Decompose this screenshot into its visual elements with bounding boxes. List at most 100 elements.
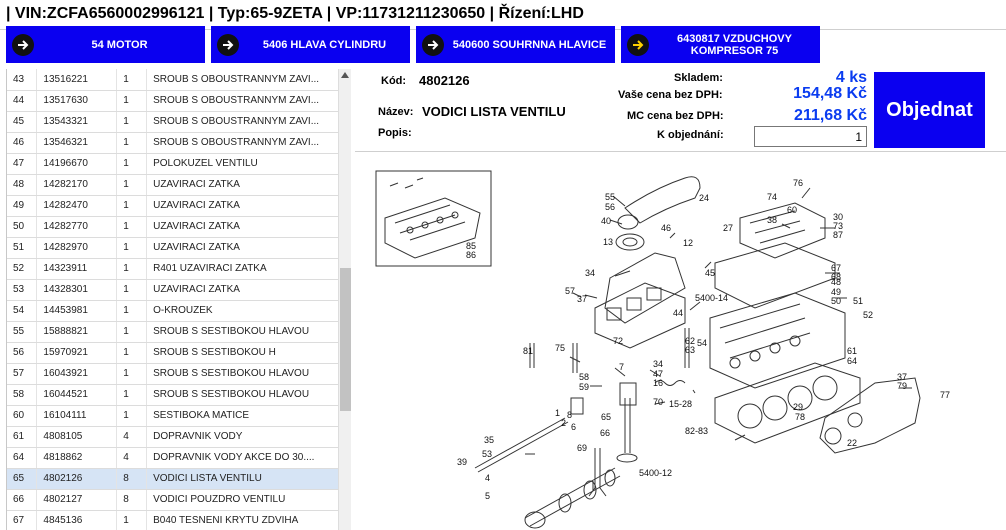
part-position: 67 xyxy=(7,510,38,530)
callout-label: 82-83 xyxy=(685,426,708,436)
part-quantity: 1 xyxy=(116,216,148,238)
part-quantity: 8 xyxy=(116,489,148,511)
callout-label: 79 xyxy=(897,381,907,391)
table-row[interactable]: 49 14282470 1 UZAVIRACI ZATKA xyxy=(7,195,339,217)
part-position: 55 xyxy=(7,321,38,343)
part-position: 57 xyxy=(7,363,38,385)
table-row[interactable]: 57 16043921 1 SROUB S SESTIBOKOU HLAVOU xyxy=(7,363,339,385)
part-description: B040 TESNENI KRYTU ZDVIHA xyxy=(146,510,339,530)
part-code: 13546321 xyxy=(36,132,118,154)
part-position: 61 xyxy=(7,426,38,448)
callout-label: 72 xyxy=(613,336,623,346)
callout-label: 34 xyxy=(585,268,595,278)
callout-label: 52 xyxy=(863,310,873,320)
part-code: 4802127 xyxy=(36,489,118,511)
callout-label: 75 xyxy=(555,343,565,353)
breadcrumb-item-hlava[interactable]: 5406 HLAVA CYLINDRU xyxy=(211,26,410,63)
part-description: O-KROUZEK xyxy=(146,300,339,322)
table-row[interactable]: 46 13546321 1 SROUB S OBOUSTRANNYM ZAVI... xyxy=(7,132,339,154)
order-button[interactable]: Objednat xyxy=(874,72,985,148)
callout-label: 5 xyxy=(485,491,490,501)
scroll-thumb[interactable] xyxy=(340,268,351,411)
part-position: 46 xyxy=(7,132,38,154)
part-description: VODICI POUZDRO VENTILU xyxy=(146,489,339,511)
table-row[interactable]: 58 16044521 1 SROUB S SESTIBOKOU HLAVOU xyxy=(7,384,339,406)
callout-label: 54 xyxy=(697,338,707,348)
table-row[interactable]: 50 14282770 1 UZAVIRACI ZATKA xyxy=(7,216,339,238)
callout-label: 39 xyxy=(457,457,467,467)
cena-label: Vaše cena bez DPH: xyxy=(618,89,723,101)
callout-label: 60 xyxy=(787,205,797,215)
callout-label: 2 xyxy=(561,418,566,428)
callout-label: 35 xyxy=(484,435,494,445)
part-code: 14453981 xyxy=(36,300,118,322)
callout-label: 57 xyxy=(565,286,575,296)
part-description: VODICI LISTA VENTILU xyxy=(146,468,339,490)
callout-label: 24 xyxy=(699,193,709,203)
part-quantity: 1 xyxy=(116,279,148,301)
part-quantity: 1 xyxy=(116,300,148,322)
table-row[interactable]: 64 4818862 4 DOPRAVNIK VODY AKCE DO 30.... xyxy=(7,447,339,469)
part-position: 64 xyxy=(7,447,38,469)
exploded-parts-diagram[interactable]: 55 56 40 24 46 13 12 74 76 60 38 27 30 73 87 67 68 34 45 57… xyxy=(355,158,1006,530)
table-row[interactable]: 44 13517630 1 SROUB S OBOUSTRANNYM ZAVI... xyxy=(7,90,339,112)
table-row[interactable]: 56 15970921 1 SROUB S SESTIBOKOU H xyxy=(7,342,339,364)
table-row[interactable]: 47 14196670 1 POLOKUZEL VENTILU xyxy=(7,153,339,175)
nazev-value: VODICI LISTA VENTILU xyxy=(422,104,566,119)
breadcrumb-item-kompresor[interactable]: 6430817 VZDUCHOVY KOMPRESOR 75 xyxy=(621,26,820,63)
callout-label: 78 xyxy=(795,412,805,422)
part-quantity: 1 xyxy=(116,111,148,133)
part-description: UZAVIRACI ZATKA xyxy=(146,195,339,217)
parts-scrollbar[interactable] xyxy=(338,69,351,530)
table-row[interactable]: 48 14282170 1 UZAVIRACI ZATKA xyxy=(7,174,339,196)
part-description: SESTIBOKA MATICE xyxy=(146,405,339,427)
part-position: 54 xyxy=(7,300,38,322)
table-row[interactable]: 43 13516221 1 SROUB S OBOUSTRANNYM ZAVI... xyxy=(7,69,339,91)
part-position: 50 xyxy=(7,216,38,238)
table-row[interactable]: 66 4802127 8 VODICI POUZDRO VENTILU xyxy=(7,489,339,511)
part-code: 14282770 xyxy=(36,216,118,238)
part-quantity: 8 xyxy=(116,468,148,490)
arrow-right-icon xyxy=(422,33,444,56)
table-row[interactable]: 53 14328301 1 UZAVIRACI ZATKA xyxy=(7,279,339,301)
part-position: 45 xyxy=(7,111,38,133)
callout-label: 58 xyxy=(579,372,589,382)
scroll-up-icon[interactable] xyxy=(339,69,351,81)
part-description: SROUB S OBOUSTRANNYM ZAVI... xyxy=(146,111,339,133)
part-quantity: 1 xyxy=(116,132,148,154)
part-quantity: 1 xyxy=(116,195,148,217)
table-row[interactable]: 61 4808105 4 DOPRAVNIK VODY xyxy=(7,426,339,448)
part-code: 13517630 xyxy=(36,90,118,112)
kod-value: 4802126 xyxy=(419,73,470,88)
table-row[interactable]: 65 4802126 8 VODICI LISTA VENTILU xyxy=(7,468,339,490)
table-row[interactable]: 51 14282970 1 UZAVIRACI ZATKA xyxy=(7,237,339,259)
table-row[interactable]: 60 16104111 1 SESTIBOKA MATICE xyxy=(7,405,339,427)
callout-label: 40 xyxy=(601,216,611,226)
part-description: UZAVIRACI ZATKA xyxy=(146,216,339,238)
table-row[interactable]: 55 15888821 1 SROUB S SESTIBOKOU HLAVOU xyxy=(7,321,339,343)
callout-label: 44 xyxy=(673,308,683,318)
part-quantity: 1 xyxy=(116,153,148,175)
breadcrumb-item-hlavice[interactable]: 540600 SOUHRNNA HLAVICE xyxy=(416,26,615,63)
part-quantity: 1 xyxy=(116,90,148,112)
callout-label: 69 xyxy=(577,443,587,453)
popis-label: Popis: xyxy=(378,127,412,139)
table-row[interactable]: 67 4845136 1 B040 TESNENI KRYTU ZDVIHA xyxy=(7,510,339,530)
parts-list-panel: 43 13516221 1 SROUB S OBOUSTRANNYM ZAVI... 4… xyxy=(6,69,351,530)
callout-label: 53 xyxy=(482,449,492,459)
table-row[interactable]: 54 14453981 1 O-KROUZEK xyxy=(7,300,339,322)
quantity-input[interactable] xyxy=(754,126,867,147)
part-quantity: 1 xyxy=(116,321,148,343)
kod-label: Kód: xyxy=(381,75,407,87)
part-code: 14328301 xyxy=(36,279,118,301)
callout-label: 27 xyxy=(723,223,733,233)
part-quantity: 4 xyxy=(116,426,148,448)
part-code: 4808105 xyxy=(36,426,118,448)
part-quantity: 1 xyxy=(116,237,148,259)
part-description: SROUB S SESTIBOKOU HLAVOU xyxy=(146,384,339,406)
breadcrumb: 54 MOTOR 5406 HLAVA CYLINDRU 540600 SOUH… xyxy=(0,26,1006,64)
breadcrumb-item-motor[interactable]: 54 MOTOR xyxy=(6,26,205,63)
table-row[interactable]: 45 13543321 1 SROUB S OBOUSTRANNYM ZAVI... xyxy=(7,111,339,133)
table-row[interactable]: 52 14323911 1 R401 UZAVIRACI ZATKA xyxy=(7,258,339,280)
part-code: 14282970 xyxy=(36,237,118,259)
